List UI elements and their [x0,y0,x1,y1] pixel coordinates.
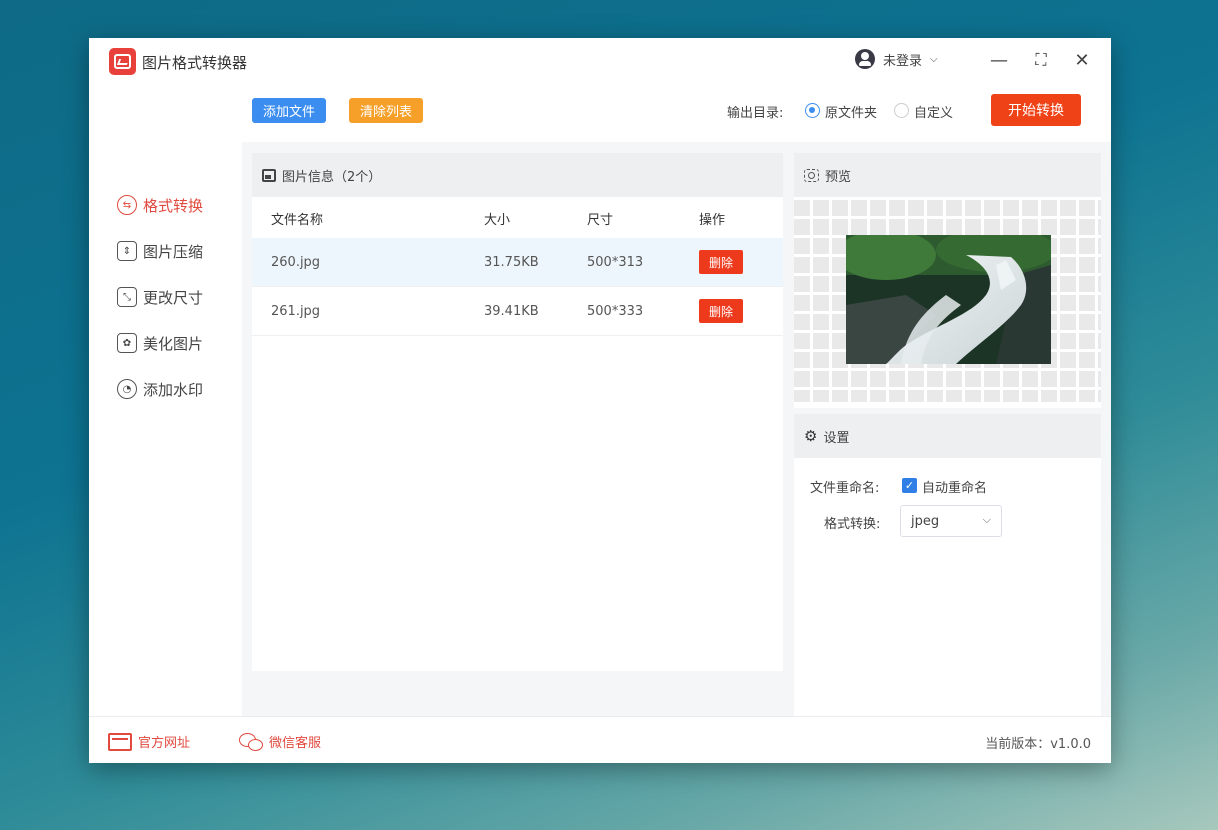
table-row[interactable]: 260.jpg 31.75KB 500*313 删除 [252,238,783,287]
chevron-down-icon: ⌵ [930,53,938,65]
format-select[interactable]: jpeg ⌵ [900,505,1002,537]
rename-label: 文件重命名: [810,481,880,496]
website-label: 官方网址 [138,736,191,751]
file-name-cell: 260.jpg [271,255,321,270]
chevron-down-icon: ⌵ [982,513,991,526]
sidebar-item-label: 图片压缩 [143,242,204,261]
wechat-support-link[interactable]: 微信客服 [239,732,321,751]
column-header-name: 文件名称 [271,213,324,228]
user-menu[interactable]: 未登录 ⌵ [855,49,938,69]
toolbar: 添加文件 清除列表 输出目录: 原文件夹 自定义 开始转换 [242,84,1111,142]
close-button[interactable]: ✕ [1070,48,1094,72]
app-window: 图片格式转换器 未登录 ⌵ — ⛶ ✕ ⇆ 格式转换 ⇕ 图片压缩 ⤡ 更改尺寸… [89,38,1111,763]
preview-icon [804,168,819,182]
sidebar-item-label: 美化图片 [143,334,204,353]
format-convert-icon: ⇆ [117,195,137,215]
file-list-panel: 图片信息（2个） 文件名称 大小 尺寸 操作 260.jpg 31.75KB 5… [252,153,783,671]
delete-button[interactable]: 删除 [699,299,743,323]
file-size-cell: 39.41KB [484,304,539,319]
preview-header: 预览 [794,153,1101,197]
user-label: 未登录 [883,53,923,69]
file-panel-title: 图片信息（2个） [282,169,382,185]
clear-list-button[interactable]: 清除列表 [349,98,423,123]
sidebar-item-resize[interactable]: ⤡ 更改尺寸 [117,285,203,309]
title-bar: 图片格式转换器 未登录 ⌵ — ⛶ ✕ [89,38,1111,84]
file-panel-header: 图片信息（2个） [252,153,783,197]
website-link[interactable]: 官方网址 [108,732,190,751]
sidebar-item-beautify[interactable]: ✿ 美化图片 [117,331,203,355]
column-header-size: 大小 [484,213,511,228]
file-name-cell: 261.jpg [271,304,321,319]
settings-header: ⚙ 设置 [794,414,1101,458]
watermark-icon: ◔ [117,379,137,399]
radio-original-folder-label[interactable]: 原文件夹 [825,102,877,121]
file-size-cell: 31.75KB [484,255,539,270]
radio-original-folder[interactable] [805,103,820,118]
sidebar-item-label: 格式转换 [143,196,204,215]
sidebar-item-format-convert[interactable]: ⇆ 格式转换 [117,193,203,217]
column-header-dims: 尺寸 [587,213,614,228]
auto-rename-checkbox[interactable]: ✓ [902,478,917,493]
file-dims-cell: 500*313 [587,255,644,270]
preview-title: 预览 [825,169,852,185]
preview-panel: 预览 [794,153,1101,408]
image-info-icon [262,168,276,182]
output-dir-label: 输出目录: [727,106,784,121]
maximize-button[interactable]: ⛶ [1029,48,1053,72]
minimize-button[interactable]: — [987,48,1011,72]
footer: 官方网址 微信客服 当前版本：v1.0.0 [89,716,1111,763]
app-logo-icon [109,48,136,75]
wechat-label: 微信客服 [269,736,322,751]
settings-title: 设置 [823,430,850,446]
file-dims-cell: 500*333 [587,304,644,319]
user-avatar-icon [855,49,875,69]
sidebar-item-compress[interactable]: ⇕ 图片压缩 [117,239,203,263]
auto-rename-label[interactable]: 自动重命名 [922,477,987,496]
beautify-icon: ✿ [117,333,137,353]
radio-custom[interactable] [894,103,909,118]
format-label: 格式转换: [824,517,881,532]
format-select-value: jpeg [911,514,940,529]
start-convert-button[interactable]: 开始转换 [991,94,1081,126]
preview-image [846,235,1051,364]
version-text: 当前版本：v1.0.0 [985,737,1091,752]
column-header-action: 操作 [699,213,726,228]
compress-icon: ⇕ [117,241,137,261]
sidebar-item-label: 更改尺寸 [143,288,204,307]
sidebar: ⇆ 格式转换 ⇕ 图片压缩 ⤡ 更改尺寸 ✿ 美化图片 ◔ 添加水印 [89,84,242,716]
gear-icon: ⚙ [804,426,818,445]
wechat-icon [239,732,263,751]
table-row[interactable]: 261.jpg 39.41KB 500*333 删除 [252,287,783,336]
sidebar-item-label: 添加水印 [143,380,204,399]
add-file-button[interactable]: 添加文件 [252,98,326,123]
resize-icon: ⤡ [117,287,137,307]
settings-panel: ⚙ 设置 文件重命名: ✓ 自动重命名 格式转换: jpeg ⌵ [794,414,1101,716]
waterfall-image [846,235,1051,364]
website-icon [108,732,132,751]
app-title: 图片格式转换器 [142,54,248,72]
delete-button[interactable]: 删除 [699,250,743,274]
sidebar-item-watermark[interactable]: ◔ 添加水印 [117,377,203,401]
radio-custom-label[interactable]: 自定义 [914,102,953,121]
